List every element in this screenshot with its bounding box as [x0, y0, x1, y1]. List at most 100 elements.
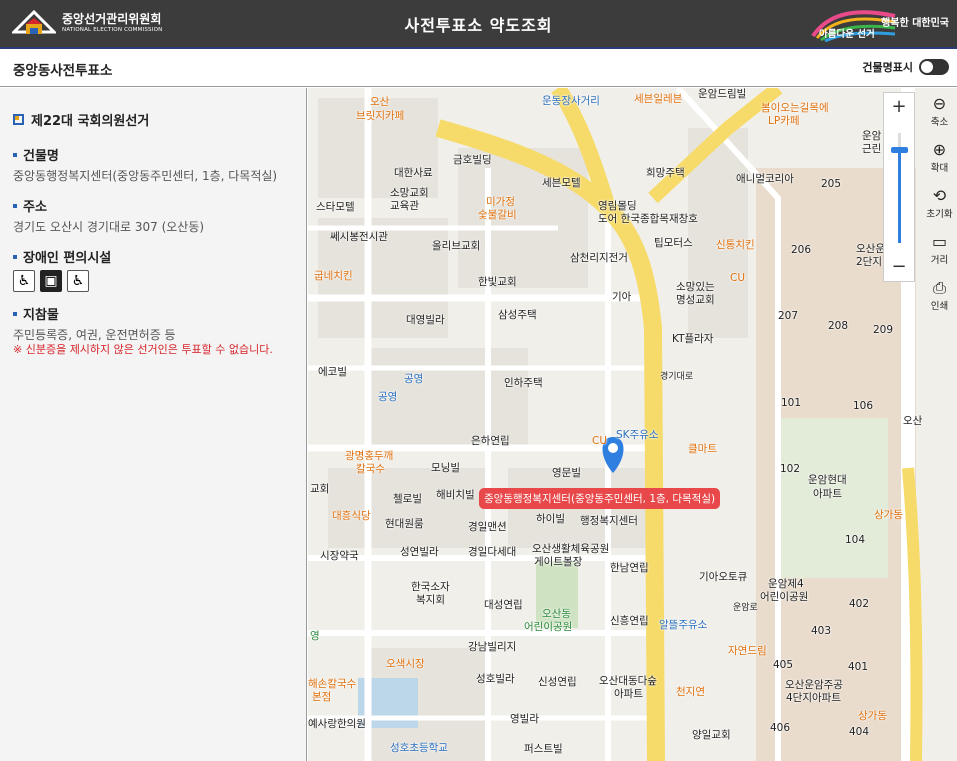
map-label[interactable]: 대흥식당: [332, 508, 371, 523]
map-label[interactable]: 404: [849, 726, 869, 738]
zoom-slider-handle[interactable]: [891, 147, 908, 153]
building-name-toggle[interactable]: [919, 59, 949, 75]
map-label[interactable]: 대영빌라: [406, 312, 445, 327]
map-label[interactable]: 운암현대: [808, 472, 847, 487]
map-label[interactable]: 공영: [378, 389, 397, 404]
map-label[interactable]: 첼로빌: [393, 491, 422, 506]
map-label[interactable]: 금호빌딩: [453, 152, 492, 167]
map-label[interactable]: 양일교회: [692, 727, 731, 742]
map-label[interactable]: 402: [849, 598, 869, 610]
enlarge-button[interactable]: ⊕ 확대: [922, 140, 957, 186]
map-label[interactable]: 아파트: [813, 486, 842, 501]
map-label[interactable]: 207: [778, 310, 798, 322]
print-button[interactable]: ⎙ 인쇄: [922, 278, 957, 324]
map-label[interactable]: 상가동: [874, 507, 903, 522]
map-label[interactable]: 클마트: [688, 441, 717, 456]
map-label[interactable]: 성연빌라: [400, 544, 439, 559]
map-label[interactable]: 205: [821, 178, 841, 190]
map-label[interactable]: 성호빌라: [476, 671, 515, 686]
map-label[interactable]: 401: [848, 661, 868, 673]
map-label[interactable]: SK주유소: [616, 427, 659, 442]
map-label[interactable]: 206: [791, 244, 811, 256]
map-label[interactable]: 강남빌리지: [468, 639, 516, 654]
zoom-in-button[interactable]: +: [884, 93, 914, 121]
map-label[interactable]: LP카페: [768, 113, 800, 128]
map-label[interactable]: 운암로: [733, 600, 758, 613]
map-label[interactable]: 아파트: [614, 686, 643, 701]
map-label[interactable]: 알뜰주유소: [659, 617, 707, 632]
map-label[interactable]: 천지연: [676, 684, 705, 699]
map-label[interactable]: 명성교회: [676, 292, 715, 307]
map-label[interactable]: 예사랑한의원: [308, 716, 366, 731]
map-label[interactable]: 세븐일레븐: [634, 91, 682, 106]
map-label[interactable]: 칼국수: [356, 461, 385, 476]
map-label[interactable]: 2단지: [856, 254, 882, 269]
map-label[interactable]: 성호초등학교: [390, 740, 448, 755]
map-label[interactable]: 쎄시봉전시관: [330, 229, 388, 244]
map-label[interactable]: 한빛교회: [478, 274, 517, 289]
map-label[interactable]: 208: [828, 320, 848, 332]
distance-button[interactable]: ▭ 거리: [922, 232, 957, 278]
map-label[interactable]: CU: [592, 435, 607, 447]
map-label[interactable]: 게이트볼장: [534, 554, 582, 569]
map-label[interactable]: 삼천리지전거: [570, 250, 628, 265]
map-label[interactable]: 신성연립: [538, 674, 577, 689]
polling-place-pin-label[interactable]: 중앙동행정복지센터(중앙동주민센터, 1층, 다목적실): [479, 488, 721, 509]
map-label[interactable]: 본점: [312, 689, 331, 704]
map-label[interactable]: 올리브교회: [432, 238, 480, 253]
map-label[interactable]: 브릿지카페: [356, 108, 404, 123]
map-label[interactable]: 106: [853, 400, 873, 412]
map-label[interactable]: 삼성주택: [498, 307, 537, 322]
map-label[interactable]: 영: [310, 628, 320, 643]
map-label[interactable]: 신통치킨: [716, 237, 755, 252]
map-label[interactable]: 모닝빌: [431, 460, 460, 475]
map-label[interactable]: 오색시장: [386, 656, 425, 671]
map-view[interactable]: 오산 브릿지카페 운동장사거리 세븐일레븐 운암드림빌 봄이오는길목에 LP카페…: [308, 88, 957, 761]
map-label[interactable]: 희망주택: [646, 165, 685, 180]
map-label[interactable]: 406: [770, 722, 790, 734]
map-label[interactable]: 인하주택: [504, 375, 543, 390]
map-label[interactable]: 행정복지센터: [580, 513, 638, 528]
map-label[interactable]: 405: [773, 659, 793, 671]
map-label[interactable]: KT플라자: [672, 331, 713, 346]
map-label[interactable]: 상가동: [858, 708, 887, 723]
map-label[interactable]: 403: [811, 625, 831, 637]
map-label[interactable]: 209: [873, 324, 893, 336]
map-label[interactable]: 복지회: [416, 592, 445, 607]
map-label[interactable]: 어린이공원: [524, 619, 572, 634]
map-label[interactable]: 경일다세대: [468, 544, 516, 559]
map-label[interactable]: 현대원룸: [385, 516, 424, 531]
map-label[interactable]: 경기대로: [660, 369, 693, 382]
map-label[interactable]: 세븐모텔: [542, 175, 581, 190]
map-label[interactable]: 에코빌: [318, 364, 347, 379]
map-label[interactable]: 은하연립: [471, 433, 510, 448]
map-label[interactable]: 102: [780, 463, 800, 475]
map-label[interactable]: 운동장사거리: [542, 93, 600, 108]
map-label[interactable]: 경일맨션: [468, 519, 507, 534]
map-label[interactable]: 공영: [404, 371, 423, 386]
map-label[interactable]: 신흥연립: [610, 613, 649, 628]
map-label[interactable]: 오산: [370, 94, 389, 109]
map-label[interactable]: 대성연립: [484, 597, 523, 612]
map-label[interactable]: CU: [730, 272, 745, 284]
map-label[interactable]: 101: [781, 397, 801, 409]
map-label[interactable]: 영문빌: [552, 465, 581, 480]
reset-button[interactable]: ⟲ 초기화: [922, 186, 957, 232]
map-label[interactable]: 도어 한국종합목재창호: [598, 211, 698, 226]
map-label[interactable]: 교회: [310, 481, 329, 496]
map-label[interactable]: 영빌라: [510, 711, 539, 726]
map-label[interactable]: 자연드림: [728, 643, 767, 658]
map-label[interactable]: 한남연립: [610, 560, 649, 575]
map-label[interactable]: 기아오토큐: [699, 569, 747, 584]
map-label[interactable]: 교육관: [390, 198, 419, 213]
map-label[interactable]: 애니멀코리아: [736, 171, 794, 186]
map-label[interactable]: 대한사료: [394, 165, 433, 180]
zoom-out-button[interactable]: −: [884, 253, 914, 281]
map-label[interactable]: 104: [845, 534, 865, 546]
map-label[interactable]: 4단지아파트: [786, 690, 841, 705]
map-label[interactable]: 팁모터스: [654, 235, 693, 250]
map-label[interactable]: 근린: [862, 141, 881, 156]
shrink-button[interactable]: ⊖ 축소: [922, 94, 957, 140]
map-label[interactable]: 운암드림빌: [698, 88, 746, 101]
map-label[interactable]: 해비치빌: [436, 487, 475, 502]
